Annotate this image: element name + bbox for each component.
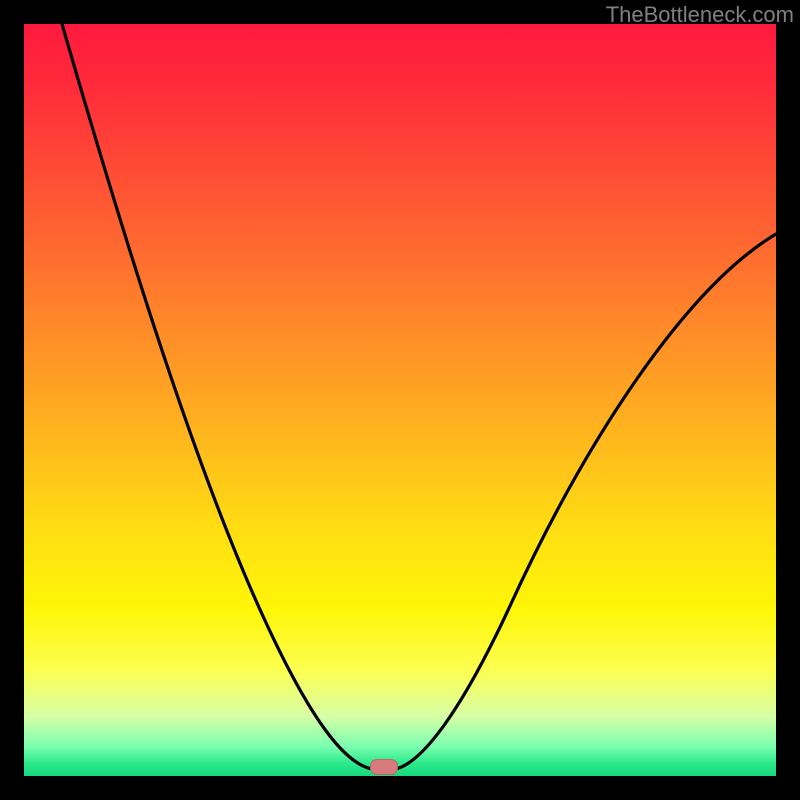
bottleneck-curve <box>24 24 776 776</box>
plot-area <box>24 24 776 776</box>
optimal-point-marker <box>370 759 398 775</box>
chart-frame: TheBottleneck.com <box>0 0 800 800</box>
